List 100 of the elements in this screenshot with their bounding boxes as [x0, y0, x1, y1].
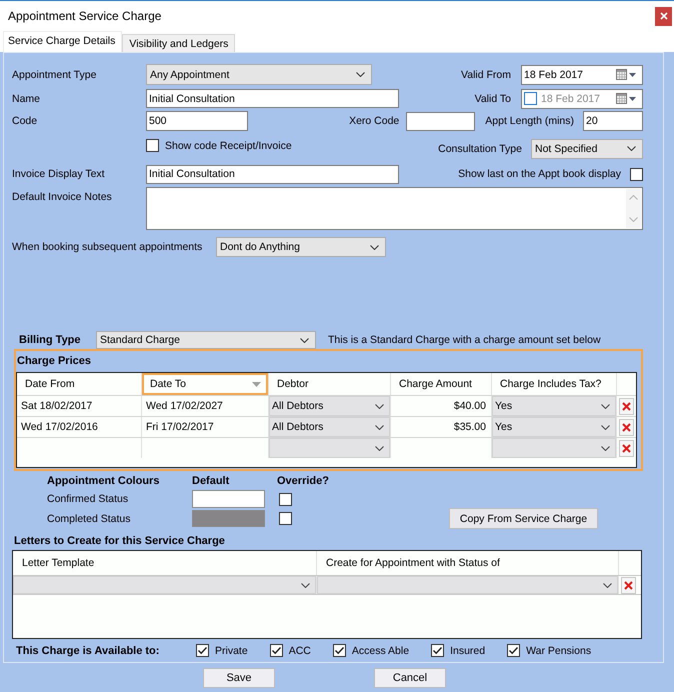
scroll-down-icon: [629, 217, 638, 222]
chevron-down-icon: [375, 404, 384, 408]
window-title: Appointment Service Charge: [8, 9, 162, 23]
close-button[interactable]: [655, 6, 672, 26]
scrollbar[interactable]: [626, 189, 641, 228]
delete-button[interactable]: [619, 440, 634, 456]
chevron-down-icon: [603, 582, 612, 588]
checkbox[interactable]: [270, 644, 283, 657]
chevron-down-icon: [375, 424, 384, 430]
field-label: Default Invoice Notes: [12, 190, 113, 203]
text-field[interactable]: [406, 112, 476, 130]
dropdown[interactable]: Yes: [492, 396, 616, 416]
column-header[interactable]: Date From: [17, 373, 142, 395]
dialog-button[interactable]: Cancel: [374, 668, 446, 688]
notes-field[interactable]: [146, 187, 643, 230]
date-field[interactable]: 18 Feb 2017: [521, 64, 643, 84]
tab[interactable]: Service Charge Details: [3, 31, 122, 52]
calendar-icon: [616, 93, 627, 104]
tab[interactable]: Visibility and Ledgers: [122, 34, 236, 52]
chevron-down-icon: [601, 424, 610, 430]
checkbox-label: Show code Receipt/Invoice: [165, 140, 292, 152]
dropdown[interactable]: Dont do Anything: [216, 237, 386, 257]
delete-button[interactable]: [619, 398, 634, 414]
column-header[interactable]: Letter Template: [13, 551, 317, 575]
dropdown[interactable]: Not Specified: [531, 138, 643, 158]
field-label: Name: [12, 92, 42, 104]
scroll-up-icon: [629, 195, 638, 200]
dropdown[interactable]: Standard Charge: [96, 331, 316, 349]
checkbox[interactable]: [332, 644, 346, 657]
checkbox[interactable]: [146, 139, 159, 152]
close-icon: [660, 12, 668, 20]
field-label: Xero Code: [349, 115, 400, 127]
field-label: This Charge is Available to:: [16, 644, 160, 656]
column-header[interactable]: Create for Appointment with Status of: [317, 551, 619, 575]
field-label: Consultation Type: [438, 142, 522, 154]
column-header[interactable]: Date To: [142, 373, 269, 395]
calendar-icon: [616, 69, 627, 80]
checkbox[interactable]: [524, 92, 537, 105]
caret-down-icon: [629, 72, 636, 76]
checkbox-label: War Pensions: [526, 644, 592, 656]
billing-note: This is a Standard Charge with a charge amount set below: [328, 334, 601, 346]
delete-icon: [622, 422, 631, 432]
color-swatch[interactable]: [192, 510, 265, 527]
status-label: Confirmed Status: [47, 493, 130, 505]
column-heading: Default: [192, 475, 230, 487]
section-title: Appointment Colours: [47, 475, 160, 487]
column-header[interactable]: Charge Includes Tax?: [492, 373, 617, 395]
field-label: Valid To: [474, 92, 511, 104]
copy-button[interactable]: Copy From Service Charge: [449, 508, 598, 529]
color-swatch[interactable]: [192, 490, 265, 508]
chevron-down-icon: [601, 446, 610, 450]
chevron-down-icon: [375, 446, 384, 450]
checkbox[interactable]: [279, 512, 292, 525]
column-header[interactable]: Charge Amount: [391, 373, 492, 395]
chevron-down-icon: [601, 404, 610, 408]
field-label: Code: [12, 115, 38, 127]
dropdown[interactable]: All Debtors: [269, 396, 390, 416]
section-title: Charge Prices: [16, 354, 92, 369]
delete-icon: [622, 444, 631, 452]
column-heading: Override?: [277, 475, 330, 487]
dropdown[interactable]: Any Appointment: [146, 64, 372, 85]
field-label: Appt Length (mins): [485, 115, 574, 127]
dropdown[interactable]: Yes: [492, 417, 616, 437]
delete-button[interactable]: [621, 576, 636, 594]
section-title: Letters to Create for this Service Charge: [13, 534, 226, 549]
chevron-down-icon: [370, 244, 379, 250]
chevron-down-icon: [356, 72, 365, 77]
status-label: Completed Status: [47, 512, 132, 524]
field-label: Invoice Display Text: [12, 168, 106, 180]
field-label: Appointment Type: [12, 68, 98, 80]
text-field[interactable]: Initial Consultation: [146, 164, 399, 184]
checkbox-label: ACC: [288, 644, 311, 656]
caret-down-icon: [629, 96, 636, 100]
table-cell: Sat 18/02/2017: [17, 396, 142, 416]
delete-button[interactable]: [619, 418, 634, 436]
text-field[interactable]: 500: [146, 111, 248, 131]
table-cell: Wed 17/02/2016: [17, 417, 142, 437]
checkbox-label: Private: [215, 644, 248, 656]
field-label: When booking subsequent appointments: [12, 241, 204, 253]
chevron-down-icon: [301, 582, 310, 588]
checkbox-label: Access Able: [352, 644, 410, 656]
checkbox[interactable]: [196, 644, 209, 657]
checkbox[interactable]: [431, 644, 444, 657]
field-label: Valid From: [461, 68, 511, 80]
text-field[interactable]: Initial Consultation: [146, 89, 399, 108]
delete-icon: [622, 402, 631, 410]
text-field[interactable]: 20: [583, 111, 643, 131]
chevron-down-icon: [627, 146, 636, 151]
checkbox-label: Insured: [450, 644, 486, 656]
dialog-button[interactable]: Save: [203, 668, 275, 688]
checkbox[interactable]: [279, 492, 292, 506]
chevron-down-icon: [300, 338, 309, 342]
checkbox-label: Show last on the Appt book display: [458, 168, 621, 180]
delete-icon: [624, 580, 633, 590]
field-label: Billing Type: [19, 334, 82, 346]
checkbox[interactable]: [630, 168, 643, 180]
column-header[interactable]: Debtor: [269, 373, 391, 395]
caret-down-icon: [252, 382, 261, 386]
checkbox[interactable]: [507, 644, 520, 657]
dropdown[interactable]: All Debtors: [269, 417, 390, 437]
